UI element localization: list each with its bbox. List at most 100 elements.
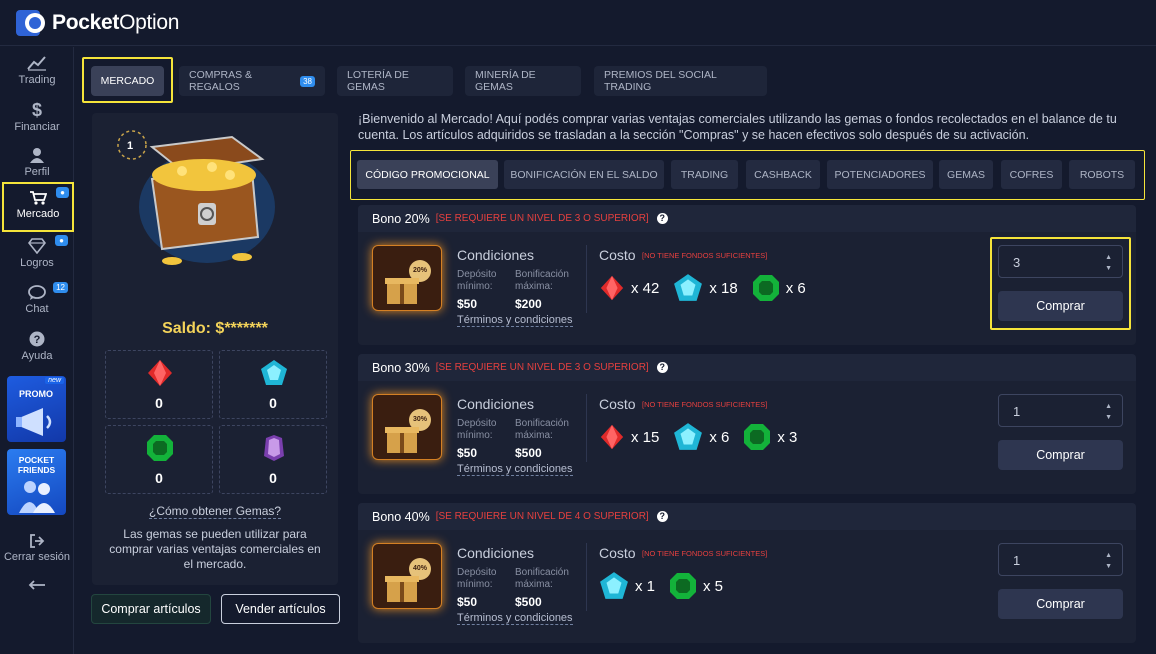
green-gem-icon — [744, 424, 771, 450]
tab-cashback[interactable]: CASHBACK — [746, 160, 820, 189]
divider — [586, 245, 587, 313]
terms-link[interactable]: Términos y condiciones — [457, 612, 573, 625]
megaphone-icon — [16, 408, 52, 436]
tab-trading[interactable]: TRADING — [671, 160, 738, 189]
sidebar-item-ayuda[interactable]: ? Ayuda — [0, 331, 74, 362]
tab-compras-regalos[interactable]: COMPRAS & REGALOS 38 — [179, 66, 325, 96]
help-icon[interactable]: ? — [656, 213, 668, 224]
pocket-friends-card[interactable]: POCKET FRIENDS — [7, 449, 66, 515]
cost-row: x 1 x 5 — [599, 569, 731, 603]
tab-premios-social-trading[interactable]: PREMIOS DEL SOCIAL TRADING — [594, 66, 767, 96]
tab-codigo-promocional[interactable]: CÓDIGO PROMOCIONAL — [357, 160, 498, 189]
bonus-max-value: $200 — [515, 297, 542, 311]
deposit-min-label: Depósito mínimo: — [457, 269, 497, 292]
gem-box-purple: 0 — [219, 425, 327, 494]
arrow-left-icon — [28, 580, 45, 590]
sidebar-item-chat[interactable]: Chat 12 — [0, 282, 74, 315]
sell-items-button[interactable]: Vender artículos — [221, 594, 340, 624]
sidebar-item-label: Mercado — [16, 208, 60, 220]
tab-mineria-gemas[interactable]: MINERÍA DE GEMAS — [465, 66, 581, 96]
conditions-title: Condiciones — [457, 247, 535, 263]
compras-count-badge: 38 — [300, 75, 315, 87]
bonus-max-value: $500 — [515, 446, 542, 460]
level-requirement: [SE REQUIERE UN NIVEL DE 3 O SUPERIOR] — [435, 213, 649, 224]
deposit-min-value: $50 — [457, 297, 478, 311]
stepper-down-icon[interactable]: ▼ — [1105, 265, 1112, 272]
gem-count: 0 — [269, 395, 277, 411]
blue-gem-icon — [261, 360, 287, 385]
terms-link[interactable]: Términos y condiciones — [457, 314, 573, 327]
offer-title: Bono 30% — [372, 360, 430, 375]
tab-cofres[interactable]: COFRES — [1001, 160, 1062, 189]
bonus-gift-image: 40% — [372, 543, 442, 609]
insufficient-funds-label: [NO TIENE FONDOS SUFICIENTES] — [642, 400, 768, 409]
gem-box-green: 0 — [105, 425, 213, 494]
offer-card-bono-30: Bono 30% [SE REQUIERE UN NIVEL DE 3 O SUP… — [358, 354, 1136, 494]
conditions-title: Condiciones — [457, 396, 535, 412]
sidebar-item-label: Logros — [20, 257, 54, 269]
sidebar-item-label: Financiar — [14, 121, 60, 133]
tab-loteria-gemas[interactable]: LOTERÍA DE GEMAS — [337, 66, 453, 96]
sidebar-item-trading[interactable]: Trading — [0, 55, 74, 86]
stepper-down-icon[interactable]: ▼ — [1105, 414, 1112, 421]
red-gem-icon — [148, 360, 172, 386]
top-bar: PocketOption — [0, 0, 1156, 46]
terms-link[interactable]: Términos y condiciones — [457, 463, 573, 476]
gem-quantity: x 18 — [709, 279, 738, 297]
sidebar-item-financiar[interactable]: $ Financiar — [0, 101, 74, 133]
bonus-max-label: Bonificación máxima: — [515, 567, 569, 590]
cost-row: x 42 x 18 x 6 — [599, 271, 814, 305]
stepper-up-icon[interactable]: ▲ — [1105, 403, 1112, 410]
sidebar-item-logout[interactable]: Cerrar sesión — [0, 534, 74, 563]
cost-title: Costo — [599, 247, 636, 263]
offer-header: Bono 30% [SE REQUIERE UN NIVEL DE 3 O SUP… — [358, 354, 1136, 381]
stepper-down-icon[interactable]: ▼ — [1105, 563, 1112, 570]
quantity-stepper[interactable]: 3 ▲ ▼ — [998, 245, 1123, 278]
deposit-min-value: $50 — [457, 446, 478, 460]
level-number: 1 — [127, 140, 134, 152]
quantity-value: 1 — [1013, 404, 1021, 419]
quantity-stepper[interactable]: 1 ▲ ▼ — [998, 394, 1123, 427]
tab-robots[interactable]: ROBOTS — [1069, 160, 1135, 189]
gem-quantity: x 6 — [785, 279, 806, 297]
gem-quantity: x 3 — [777, 428, 798, 446]
quantity-value: 1 — [1013, 553, 1021, 568]
tab-label: COMPRAS & REGALOS — [189, 69, 253, 93]
logo[interactable]: PocketOption — [16, 10, 179, 36]
tab-bonificacion-saldo[interactable]: BONIFICACIÓN EN EL SALDO — [504, 160, 664, 189]
offer-title: Bono 20% — [372, 211, 430, 226]
promo-card[interactable]: new PROMO — [7, 376, 66, 442]
offer-card-bono-20: Bono 20% [SE REQUIERE UN NIVEL DE 3 O SUP… — [358, 205, 1136, 345]
bonus-max-label: Bonificación máxima: — [515, 269, 569, 292]
sidebar-item-mercado[interactable]: Mercado ● — [2, 182, 74, 232]
help-icon[interactable]: ? — [656, 362, 668, 373]
stepper-up-icon[interactable]: ▲ — [1105, 254, 1112, 261]
insufficient-funds-label: [NO TIENE FONDOS SUFICIENTES] — [642, 251, 768, 260]
offer-header: Bono 20% [SE REQUIERE UN NIVEL DE 3 O SUP… — [358, 205, 1136, 232]
brand-name-bold: Pocket — [52, 11, 120, 34]
buy-button[interactable]: Comprar — [998, 440, 1123, 470]
help-icon[interactable]: ? — [656, 511, 668, 522]
gems-description: Las gemas se pueden utilizar para compra… — [109, 527, 321, 571]
category-tabs: CÓDIGO PROMOCIONAL BONIFICACIÓN EN EL SA… — [350, 150, 1145, 200]
tab-gemas[interactable]: GEMAS — [939, 160, 993, 189]
pocket-friends-label: POCKET FRIENDS — [17, 455, 56, 475]
how-to-get-gems-link[interactable]: ¿Cómo obtener Gemas? — [149, 504, 282, 519]
buy-button[interactable]: Comprar — [998, 589, 1123, 619]
cost-title: Costo — [599, 545, 636, 561]
gem-quantity: x 5 — [703, 577, 724, 595]
cost-row: x 15 x 6 x 3 — [599, 420, 805, 454]
stepper-up-icon[interactable]: ▲ — [1105, 552, 1112, 559]
promo-new-tag: new — [45, 377, 64, 384]
sidebar-item-label: Perfil — [24, 166, 50, 178]
buy-button[interactable]: Comprar — [998, 291, 1123, 321]
tab-mercado[interactable]: MERCADO — [91, 66, 164, 96]
tab-potenciadores[interactable]: POTENCIADORES — [827, 160, 933, 189]
sidebar-item-logros[interactable]: Logros ● — [0, 235, 74, 269]
collapse-sidebar-button[interactable] — [0, 580, 74, 593]
cost-title: Costo — [599, 396, 636, 412]
bonus-gift-image: 30% — [372, 394, 442, 460]
quantity-stepper[interactable]: 1 ▲ ▼ — [998, 543, 1123, 576]
buy-items-button[interactable]: Comprar artículos — [91, 594, 211, 624]
sidebar-item-perfil[interactable]: Perfil — [0, 147, 74, 178]
